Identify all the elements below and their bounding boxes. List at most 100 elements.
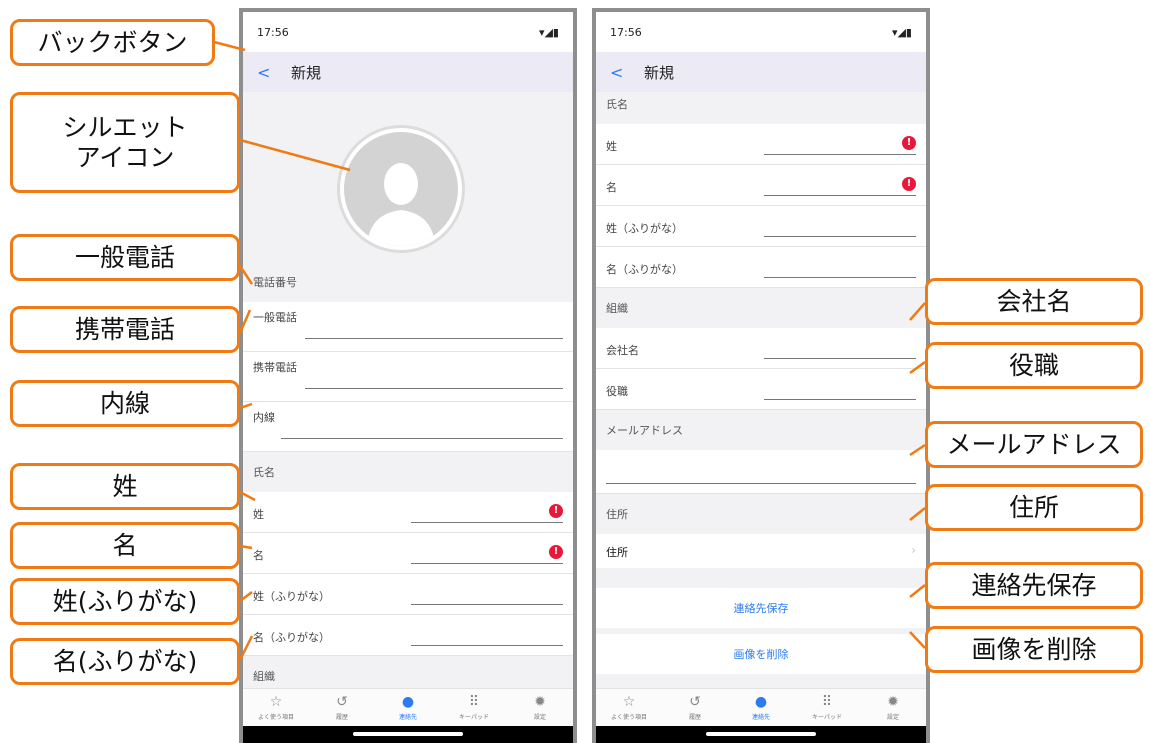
- phone-screen-right: 17:56 ▾◢▮ < 新規 氏名 姓 ! 名 ! 姓（ふりがな） 名（ふりがな…: [592, 8, 930, 743]
- callout-last-name-kana: 姓(ふりがな): [10, 578, 240, 625]
- callout-text: 名: [112, 530, 138, 560]
- gear-icon: ✹: [534, 694, 546, 710]
- field-label: 名: [253, 549, 264, 562]
- person-silhouette-icon: [367, 163, 435, 246]
- input-underline: [411, 522, 563, 523]
- callout-first-name: 名: [10, 522, 240, 569]
- field-label: 一般電話: [253, 311, 297, 324]
- field-label: 姓: [253, 508, 264, 521]
- last-name-field[interactable]: 姓 !: [243, 492, 573, 533]
- keypad-icon: ⠿: [468, 694, 480, 710]
- address-row[interactable]: 住所 ›: [596, 534, 926, 568]
- status-bar: 17:56 ▾◢▮: [596, 12, 926, 52]
- callout-text: 一般電話: [74, 242, 175, 272]
- tab-settings[interactable]: ✹ 設定: [507, 689, 573, 726]
- field-label: 会社名: [606, 344, 639, 357]
- input-underline: [764, 358, 916, 359]
- nav-bar: < 新規: [596, 52, 926, 92]
- home-indicator: [243, 726, 573, 743]
- tab-history[interactable]: ↺ 履歴: [309, 689, 375, 726]
- input-underline: [305, 338, 563, 339]
- field-label: 内線: [253, 411, 275, 424]
- save-contact-button[interactable]: 連絡先保存: [596, 588, 926, 628]
- callout-text: アイコン: [75, 142, 175, 172]
- callout-text: メールアドレス: [946, 429, 1122, 459]
- title-field[interactable]: 役職: [596, 369, 926, 410]
- email-field[interactable]: [596, 450, 926, 494]
- tab-favorites[interactable]: ☆ よく使う項目: [596, 689, 662, 726]
- status-icons: ▾◢▮: [538, 25, 559, 39]
- extension-field[interactable]: 内線: [243, 402, 573, 452]
- error-icon: !: [549, 504, 563, 518]
- callout-delete-image: 画像を削除: [925, 626, 1143, 673]
- general-phone-field[interactable]: 一般電話: [243, 302, 573, 352]
- last-name-field[interactable]: 姓 !: [596, 124, 926, 165]
- first-name-kana-field[interactable]: 名（ふりがな）: [596, 247, 926, 288]
- field-label: 携帯電話: [253, 361, 297, 374]
- chevron-left-icon[interactable]: <: [257, 63, 291, 82]
- error-icon: !: [902, 136, 916, 150]
- callout-first-name-kana: 名(ふりがな): [10, 638, 240, 685]
- silhouette-icon[interactable]: [337, 125, 465, 253]
- tab-label: 設定: [886, 714, 899, 721]
- field-label: 住所: [606, 546, 628, 559]
- status-bar: 17:56 ▾◢▮: [243, 12, 573, 52]
- last-name-kana-field[interactable]: 姓（ふりがな）: [596, 206, 926, 247]
- callout-silhouette-icon: シルエット アイコン: [10, 92, 240, 193]
- input-underline: [411, 604, 563, 605]
- phone-screen-left: 17:56 ▾◢▮ < 新規 電話番号 一般電話 携帯電話 内線 氏名 姓 ! …: [239, 8, 577, 743]
- field-label: 名: [606, 181, 617, 194]
- status-time: 17:56: [610, 25, 642, 39]
- callout-address: 住所: [925, 484, 1143, 531]
- tab-label: よく使う項目: [610, 714, 647, 721]
- section-name: 氏名: [243, 452, 573, 492]
- page-title: 新規: [644, 63, 675, 82]
- tab-keypad[interactable]: ⠿ キーパッド: [441, 689, 507, 726]
- callout-extension: 内線: [10, 380, 240, 427]
- callout-text: 姓: [112, 471, 138, 501]
- section-name: 氏名: [596, 92, 926, 124]
- form-content: 氏名 姓 ! 名 ! 姓（ふりがな） 名（ふりがな） 組織 会社名 役職 メール…: [596, 92, 926, 688]
- first-name-kana-field[interactable]: 名（ふりがな）: [243, 615, 573, 656]
- section-address: 住所: [596, 494, 926, 534]
- field-label: 姓: [606, 140, 617, 153]
- callout-mobile-phone: 携帯電話: [10, 306, 240, 353]
- input-underline: [411, 563, 563, 564]
- company-field[interactable]: 会社名: [596, 328, 926, 369]
- last-name-kana-field[interactable]: 姓（ふりがな）: [243, 574, 573, 615]
- callout-text: 姓(ふりがな): [52, 586, 198, 616]
- star-icon: ☆: [269, 694, 283, 710]
- delete-image-button[interactable]: 画像を削除: [596, 634, 926, 674]
- input-underline: [411, 645, 563, 646]
- star-icon: ☆: [622, 694, 636, 710]
- chevron-left-icon[interactable]: <: [610, 63, 644, 82]
- callout-text: 画像を削除: [971, 634, 1097, 664]
- tab-settings[interactable]: ✹ 設定: [860, 689, 926, 726]
- avatar-area: [243, 92, 573, 262]
- tab-contacts[interactable]: ● 連絡先: [375, 689, 441, 726]
- tab-label: キーパッド: [459, 714, 489, 721]
- callout-text: 携帯電話: [74, 314, 175, 344]
- tab-contacts[interactable]: ● 連絡先: [728, 689, 794, 726]
- section-phone: 電話番号: [243, 262, 573, 302]
- person-icon: ●: [401, 694, 415, 710]
- tab-keypad[interactable]: ⠿ キーパッド: [794, 689, 860, 726]
- chevron-right-icon: ›: [911, 543, 916, 557]
- callout-general-phone: 一般電話: [10, 234, 240, 281]
- nav-bar: < 新規: [243, 52, 573, 92]
- tab-history[interactable]: ↺ 履歴: [662, 689, 728, 726]
- error-icon: !: [902, 177, 916, 191]
- input-underline: [764, 195, 916, 196]
- tab-favorites[interactable]: ☆ よく使う項目: [243, 689, 309, 726]
- first-name-field[interactable]: 名 !: [596, 165, 926, 206]
- callout-text: シルエット: [62, 112, 188, 142]
- callout-text: 内線: [99, 388, 150, 418]
- first-name-field[interactable]: 名 !: [243, 533, 573, 574]
- callout-text: 役職: [1008, 350, 1059, 380]
- callout-back-button: バックボタン: [10, 19, 215, 66]
- status-time: 17:56: [257, 25, 289, 39]
- history-icon: ↺: [336, 694, 348, 710]
- mobile-phone-field[interactable]: 携帯電話: [243, 352, 573, 402]
- callout-text: バックボタン: [37, 27, 188, 57]
